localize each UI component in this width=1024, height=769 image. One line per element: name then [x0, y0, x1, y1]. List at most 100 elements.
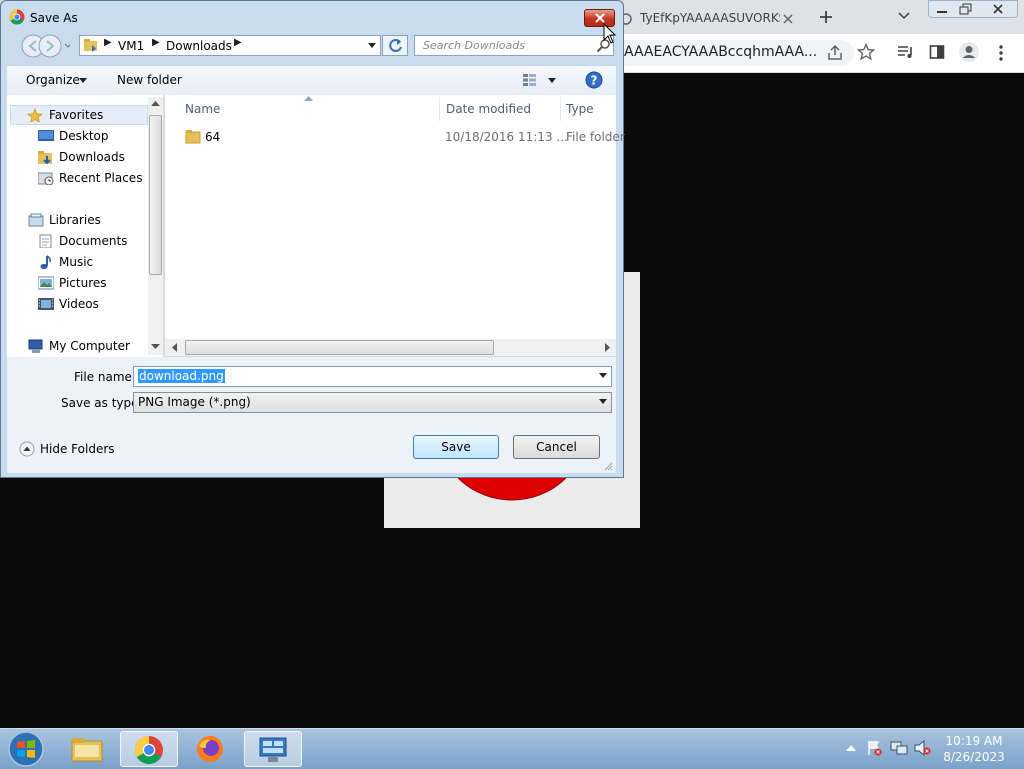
- save-as-type-label: Save as type:: [61, 396, 143, 410]
- address-bar-url: AAAEACYAAABccqhmAAA...: [624, 44, 818, 60]
- search-input[interactable]: Search Downloads: [414, 35, 614, 56]
- nav-item-documents[interactable]: Documents: [38, 231, 148, 251]
- nav-scrollbar[interactable]: [148, 97, 163, 355]
- desktop-icon: [38, 130, 54, 141]
- nav-libraries[interactable]: Libraries: [26, 210, 148, 230]
- address-bar[interactable]: AAAEACYAAABccqhmAAA...: [600, 40, 854, 66]
- media-controls-icon[interactable]: [897, 44, 915, 60]
- restore-icon[interactable]: [959, 3, 973, 15]
- save-as-type-value: PNG Image (*.png): [138, 395, 251, 409]
- file-name-label: File name:: [74, 370, 136, 384]
- minimize-icon[interactable]: [935, 5, 949, 15]
- nav-item-label: Recent Places: [59, 171, 143, 185]
- help-icon[interactable]: ?: [585, 71, 603, 89]
- window-close-icon[interactable]: [991, 3, 1005, 15]
- file-type: File folder: [566, 130, 625, 144]
- sort-arrow-icon: [304, 96, 313, 101]
- chevron-down-icon[interactable]: [367, 42, 377, 50]
- collapse-up-icon: [19, 441, 35, 457]
- refresh-button[interactable]: [382, 35, 408, 56]
- scroll-right-icon[interactable]: [605, 343, 611, 352]
- remote-desktop-icon: [259, 737, 287, 762]
- cancel-button[interactable]: Cancel: [513, 435, 600, 459]
- breadcrumb-vm1[interactable]: VM1: [118, 39, 144, 53]
- file-name-value: download.png: [138, 369, 225, 383]
- view-options-icon[interactable]: [522, 73, 558, 87]
- firefox-icon: [197, 736, 223, 762]
- side-panel-icon[interactable]: [929, 44, 945, 60]
- forward-button[interactable]: [38, 33, 62, 57]
- nav-item-label: Pictures: [59, 276, 107, 290]
- tab-close-icon[interactable]: [782, 13, 794, 25]
- nav-my-computer-label: My Computer: [49, 339, 130, 353]
- start-button-icon[interactable]: [6, 730, 46, 768]
- nav-item-music[interactable]: Music: [38, 252, 148, 272]
- resize-grip-icon[interactable]: [603, 461, 613, 471]
- browser-menu-icon[interactable]: [997, 44, 1005, 62]
- search-placeholder: Search Downloads: [423, 39, 525, 52]
- save-as-type-select[interactable]: PNG Image (*.png): [133, 392, 612, 413]
- column-type-header[interactable]: Type: [566, 102, 594, 116]
- scroll-up-icon[interactable]: [151, 101, 160, 107]
- network-icon[interactable]: [890, 740, 908, 756]
- chevron-down-icon[interactable]: [599, 373, 607, 379]
- music-icon: [40, 255, 51, 269]
- downloads-folder-icon: [38, 151, 52, 164]
- share-icon[interactable]: [826, 44, 844, 62]
- back-button[interactable]: [10, 33, 34, 57]
- nav-item-pictures[interactable]: Pictures: [38, 273, 148, 293]
- save-button[interactable]: Save: [413, 435, 499, 459]
- taskbar-control-panel[interactable]: [244, 731, 302, 767]
- nav-favorites-label: Favorites: [49, 108, 104, 122]
- taskbar-firefox[interactable]: [182, 731, 240, 767]
- close-icon: [595, 13, 605, 23]
- show-hidden-icons-icon[interactable]: [846, 744, 856, 752]
- folder-icon: [185, 130, 201, 144]
- new-tab-icon[interactable]: [818, 9, 834, 25]
- column-date-header[interactable]: Date modified: [446, 102, 531, 116]
- nav-item-label: Videos: [59, 297, 99, 311]
- taskbar-chrome[interactable]: [120, 731, 178, 767]
- bookmark-star-icon[interactable]: [857, 43, 875, 61]
- nav-scroll-thumb[interactable]: [149, 115, 162, 275]
- taskbar-explorer[interactable]: [58, 731, 116, 767]
- breadcrumb-separator-icon: ▶: [104, 37, 112, 48]
- organize-label: Organize: [26, 73, 80, 87]
- breadcrumb[interactable]: ▶ VM1 ▶ Downloads ▶: [79, 35, 381, 56]
- browser-tab[interactable]: TyEfKpYAAAAASUVORKS: [610, 4, 806, 34]
- column-divider: [560, 97, 561, 121]
- scroll-left-icon[interactable]: [172, 343, 178, 352]
- file-explorer-icon: [71, 738, 103, 762]
- chevron-down-icon: [79, 78, 87, 83]
- chrome-icon: [135, 736, 163, 764]
- column-name-header[interactable]: Name: [185, 102, 220, 116]
- nav-my-computer[interactable]: My Computer: [26, 336, 148, 356]
- horizontal-scrollbar[interactable]: [165, 339, 616, 356]
- hide-folders-label: Hide Folders: [40, 442, 115, 456]
- nav-item-label: Music: [59, 255, 94, 269]
- file-name: 64: [205, 130, 221, 144]
- videos-icon: [38, 298, 54, 310]
- new-folder-button[interactable]: New folder: [117, 73, 182, 87]
- action-center-icon[interactable]: [866, 740, 882, 756]
- breadcrumb-downloads[interactable]: Downloads: [166, 39, 232, 53]
- nav-favorites[interactable]: Favorites: [10, 105, 148, 125]
- tab-search-chevron-icon[interactable]: [898, 11, 910, 21]
- nav-libraries-label: Libraries: [49, 213, 101, 227]
- table-row[interactable]: 64 10/18/2016 11:13 ... File folder: [179, 127, 625, 147]
- svg-text:?: ?: [591, 74, 598, 88]
- clock-time: 10:19 AM: [945, 734, 1003, 748]
- system-clock[interactable]: 10:19 AM 8/26/2023: [938, 733, 1010, 765]
- volume-muted-icon[interactable]: [914, 740, 932, 756]
- nav-item-recent-places[interactable]: Recent Places: [38, 168, 148, 188]
- scroll-down-icon[interactable]: [151, 344, 160, 350]
- folder-location-icon: [84, 39, 97, 52]
- nav-item-desktop[interactable]: Desktop: [38, 126, 148, 146]
- file-name-input[interactable]: download.png: [133, 366, 612, 387]
- star-icon: [27, 108, 43, 122]
- nav-item-videos[interactable]: Videos: [38, 294, 148, 314]
- profile-avatar-icon[interactable]: [958, 41, 980, 63]
- hscroll-thumb[interactable]: [185, 340, 494, 355]
- nav-item-downloads[interactable]: Downloads: [38, 147, 148, 167]
- chevron-down-icon: [599, 399, 607, 404]
